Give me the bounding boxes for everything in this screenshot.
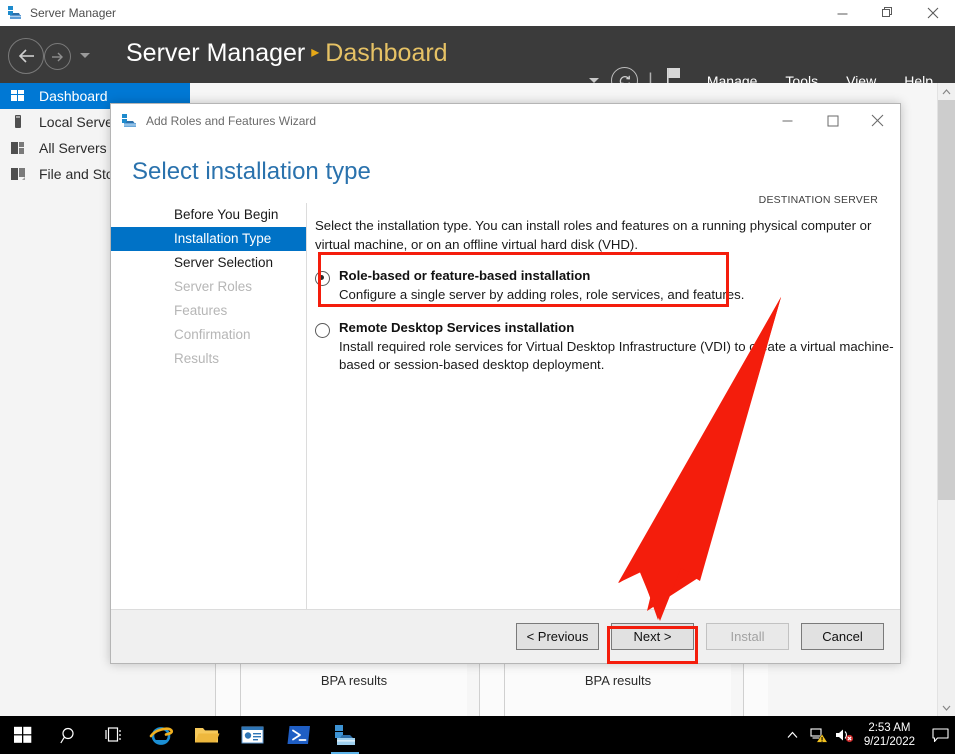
close-button[interactable] [910, 0, 955, 26]
option-description: Install required role services for Virtu… [339, 338, 899, 374]
clock-date: 9/21/2022 [864, 735, 915, 749]
bpa-spacer-cell [479, 662, 504, 722]
server-manager-window-controls [820, 0, 955, 26]
option-role-based-installation[interactable]: Role-based or feature-based installation… [315, 268, 880, 304]
install-button: Install [706, 623, 789, 650]
close-button[interactable] [855, 104, 900, 137]
bpa-results-label: BPA results [585, 673, 651, 688]
scroll-down-arrow-icon[interactable] [938, 699, 955, 716]
scroll-up-arrow-icon[interactable] [938, 83, 955, 100]
start-button[interactable] [0, 716, 46, 754]
step-confirmation: Confirmation [111, 323, 306, 347]
taskbar: 2:53 AM 9/21/2022 [0, 716, 955, 754]
server-manager-command-bar: Server Manager▸Dashboard | Manage Tools [0, 26, 955, 83]
search-button[interactable] [46, 716, 92, 754]
sidebar-item-label: All Servers [39, 140, 107, 156]
wizard-header: Select installation type DESTINATION SER… [111, 137, 900, 203]
minimize-button[interactable] [820, 0, 865, 26]
option-title: Role-based or feature-based installation [339, 268, 904, 283]
bpa-gap [467, 662, 479, 722]
step-before-you-begin[interactable]: Before You Begin [111, 203, 306, 227]
previous-button[interactable]: < Previous [516, 623, 599, 650]
system-tray: 2:53 AM 9/21/2022 [780, 716, 955, 754]
task-view-button[interactable] [92, 716, 138, 754]
option-title: Remote Desktop Services installation [339, 320, 899, 335]
minimize-button[interactable] [765, 104, 810, 137]
option-description: Configure a single server by adding role… [339, 286, 904, 304]
wizard-steps: Before You Begin Installation Type Serve… [111, 203, 307, 610]
sidebar-item-label: Local Server [39, 114, 118, 130]
chevron-down-icon[interactable] [80, 53, 90, 58]
breadcrumb-leaf: Dashboard [325, 39, 447, 67]
server-manager-icon [7, 5, 23, 21]
bpa-gap [731, 662, 743, 722]
network-warning-icon[interactable] [806, 727, 832, 743]
wizard-window-controls [765, 104, 900, 137]
powershell-button[interactable] [276, 716, 322, 754]
back-arrow-icon[interactable] [8, 38, 44, 74]
screen: Server Manager [0, 0, 955, 754]
vertical-scrollbar[interactable] [937, 83, 955, 716]
option-remote-desktop-services-installation[interactable]: Remote Desktop Services installation Ins… [315, 320, 880, 374]
bpa-results-tile[interactable]: BPA results [504, 662, 731, 722]
forward-arrow-icon[interactable] [44, 43, 71, 70]
step-server-selection[interactable]: Server Selection [111, 251, 306, 275]
file-explorer-button[interactable] [184, 716, 230, 754]
bpa-results-label: BPA results [321, 673, 387, 688]
page-title: Select installation type [132, 158, 371, 186]
step-features: Features [111, 299, 306, 323]
server-manager-titlebar: Server Manager [0, 0, 955, 26]
scrollbar-thumb[interactable] [938, 100, 955, 500]
chevron-up-icon[interactable] [780, 731, 806, 739]
breadcrumb-separator-icon: ▸ [311, 44, 319, 61]
sidebar-item-label: Dashboard [39, 88, 108, 104]
all-servers-icon [10, 140, 28, 156]
server-manager-button[interactable] [322, 716, 368, 754]
wizard-titlebar: Add Roles and Features Wizard [111, 104, 900, 137]
dashboard-icon [10, 88, 28, 104]
bpa-spacer-cell [215, 662, 240, 722]
step-results: Results [111, 347, 306, 371]
add-roles-and-features-wizard: Add Roles and Features Wizard Select ins… [110, 103, 901, 664]
radio-remote-desktop-services-installation[interactable] [315, 323, 330, 338]
breadcrumb-root[interactable]: Server Manager [126, 39, 305, 67]
instruction-text: Select the installation type. You can in… [315, 216, 890, 254]
wizard-footer: < Previous Next > Install Cancel [111, 609, 900, 663]
volume-muted-icon[interactable] [832, 727, 858, 743]
wizard-body: Before You Begin Installation Type Serve… [111, 203, 900, 610]
installation-type-radio-group: Role-based or feature-based installation… [315, 268, 880, 374]
breadcrumb: Server Manager ▸ Dashboard [126, 39, 448, 68]
bpa-results-tile[interactable]: BPA results [240, 662, 467, 722]
server-manager-title: Server Manager [30, 6, 116, 20]
cancel-button[interactable]: Cancel [801, 623, 884, 650]
wizard-title: Add Roles and Features Wizard [146, 114, 316, 128]
bpa-tiles-row: BPA results BPA results [215, 662, 938, 722]
step-installation-type[interactable]: Installation Type [111, 227, 306, 251]
step-server-roles: Server Roles [111, 275, 306, 299]
clock[interactable]: 2:53 AM 9/21/2022 [864, 721, 915, 749]
next-button[interactable]: Next > [611, 623, 694, 650]
local-server-icon [10, 114, 28, 130]
outlook-button[interactable] [230, 716, 276, 754]
radio-role-based-installation[interactable] [315, 271, 330, 286]
file-storage-icon [10, 166, 28, 182]
notification-icon[interactable] [925, 728, 955, 743]
bpa-spacer-cell [743, 662, 768, 722]
clock-time: 2:53 AM [864, 721, 915, 735]
server-manager-icon [121, 113, 138, 129]
internet-explorer-button[interactable] [138, 716, 184, 754]
restore-button[interactable] [865, 0, 910, 26]
maximize-button[interactable] [810, 104, 855, 137]
wizard-pane: Select the installation type. You can in… [307, 203, 900, 610]
